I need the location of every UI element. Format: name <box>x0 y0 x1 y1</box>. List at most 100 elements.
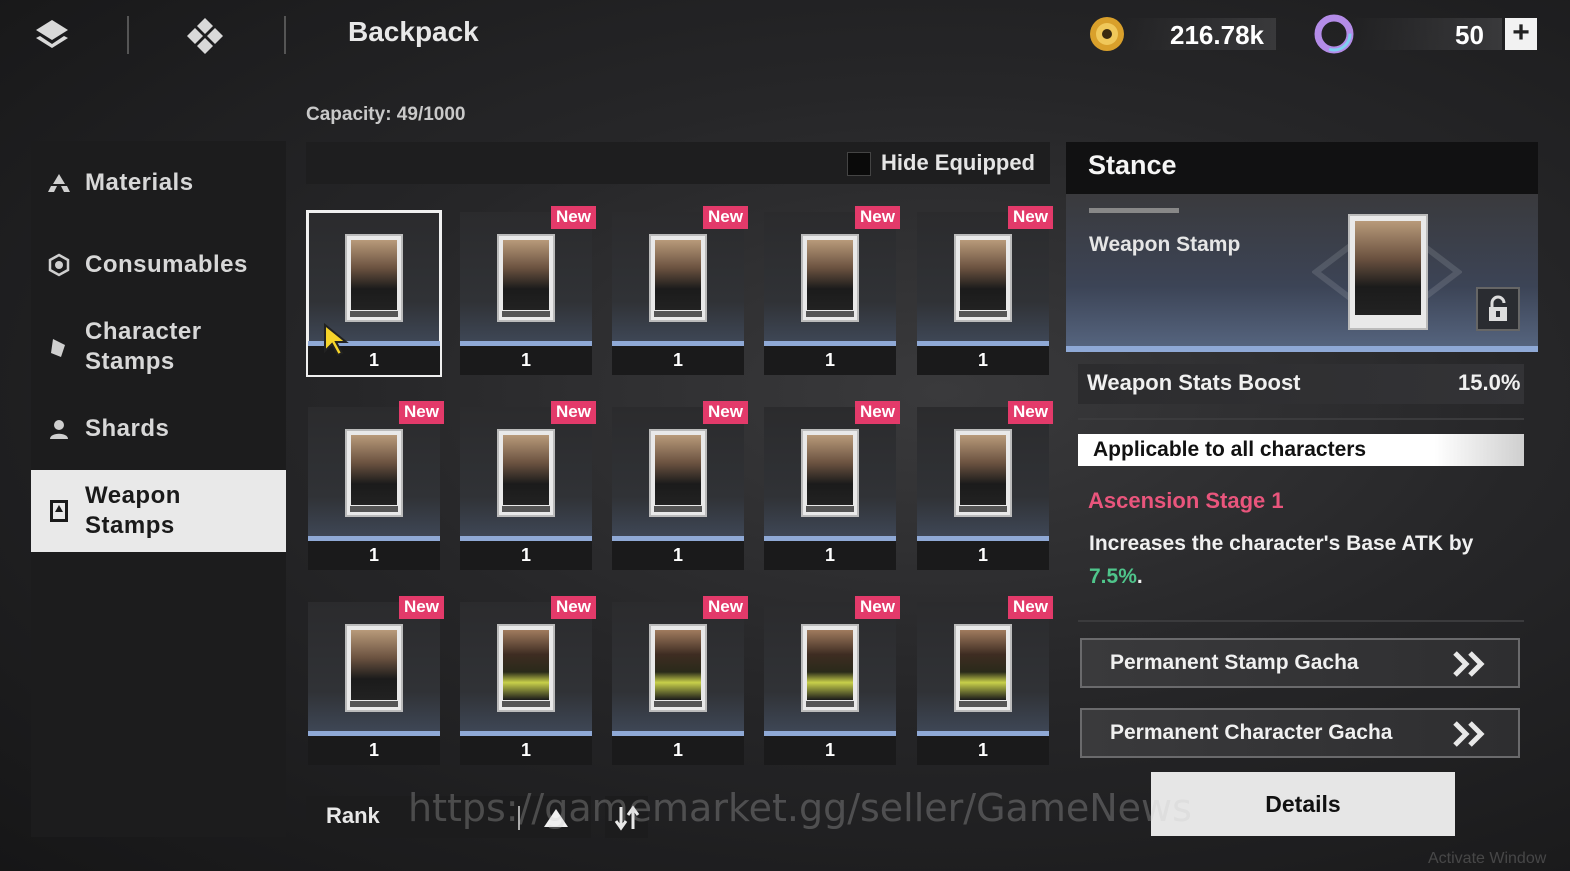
new-badge: New <box>399 596 444 619</box>
sidebar-item-label: Consumables <box>85 251 248 278</box>
stamp-card[interactable]: 1 New <box>764 401 900 570</box>
category-sidebar: Materials Consumables Character Stamps S… <box>31 141 286 837</box>
new-badge: New <box>1008 596 1053 619</box>
stamp-card[interactable]: 1 New <box>612 596 748 765</box>
stamp-quantity: 1 <box>672 350 683 370</box>
stamp-image <box>497 624 555 712</box>
stamp-card[interactable]: 1 New <box>460 401 596 570</box>
new-badge: New <box>1008 401 1053 424</box>
shards-icon <box>50 420 68 439</box>
rarity-strip <box>1066 346 1538 352</box>
layers-icon[interactable] <box>30 14 74 58</box>
stamp-image <box>649 429 707 517</box>
stamp-card[interactable]: 1 New <box>917 596 1053 765</box>
stamp-quantity: 1 <box>368 545 379 565</box>
stamp-image <box>345 234 403 322</box>
capacity-label: Capacity: 49/1000 <box>306 104 466 125</box>
stamp-card[interactable]: 1 New <box>764 206 900 375</box>
stamp-card[interactable]: 1 New <box>612 206 748 375</box>
stat-value: 15.0% <box>1458 370 1521 395</box>
details-button[interactable]: Details <box>1151 772 1455 836</box>
stamp-quantity: 1 <box>977 350 988 370</box>
stamp-card[interactable]: 1 New <box>460 206 596 375</box>
applicable-text: Applicable to all characters <box>1093 438 1367 461</box>
activate-windows-text: Activate Window <box>1428 850 1547 867</box>
new-badge: New <box>855 596 900 619</box>
new-badge: New <box>1008 206 1053 229</box>
header-divider <box>284 16 286 54</box>
stamp-image <box>954 429 1012 517</box>
materials-icon <box>48 174 70 192</box>
add-currency-button[interactable]: + <box>1505 18 1537 50</box>
sidebar-item-materials[interactable]: Materials <box>31 165 286 201</box>
stamp-quantity: 1 <box>520 350 531 370</box>
effect-text: Increases the character's Base ATK by <box>1089 532 1474 555</box>
stat-name: Weapon Stats Boost <box>1087 370 1301 395</box>
double-chevron-right-icon <box>1453 651 1485 677</box>
stamp-image <box>345 429 403 517</box>
item-type: Weapon Stamp <box>1089 233 1241 256</box>
new-badge: New <box>551 206 596 229</box>
permanent-character-gacha-button[interactable]: Permanent Character Gacha <box>1080 708 1520 758</box>
stamp-card[interactable]: 1 New <box>308 401 444 570</box>
stamp-image <box>954 624 1012 712</box>
character-stamps-icon <box>51 339 65 357</box>
stamp-image <box>801 429 859 517</box>
stamp-quantity: 1 <box>672 740 683 760</box>
sidebar-item-label: Materials <box>85 169 194 196</box>
new-badge: New <box>551 596 596 619</box>
stamp-quantity: 1 <box>824 740 835 760</box>
mouse-cursor-icon <box>324 323 349 357</box>
sidebar-item-consumables[interactable]: Consumables <box>31 247 286 283</box>
lock-icon[interactable] <box>1476 287 1520 331</box>
sort-rank-label[interactable]: Rank <box>326 803 380 829</box>
stamp-image <box>649 624 707 712</box>
stamp-card[interactable]: 1 New <box>612 401 748 570</box>
stamp-image <box>649 234 707 322</box>
new-badge: New <box>551 401 596 424</box>
sidebar-item-weapon-stamps[interactable]: Weapon Stamps <box>31 470 286 552</box>
new-badge: New <box>855 401 900 424</box>
gacha-label: Permanent Character Gacha <box>1110 721 1393 744</box>
stamp-card[interactable]: 1 New <box>917 401 1053 570</box>
sidebar-item-shards[interactable]: Shards <box>31 411 286 447</box>
double-chevron-right-icon <box>1453 721 1485 747</box>
stamp-quantity: 1 <box>520 740 531 760</box>
watermark-text: https://gamemarket.gg/seller/GameNews <box>408 786 1192 830</box>
premium-amount: 50 <box>1455 20 1484 50</box>
sidebar-item-label: Character Stamps <box>85 318 202 375</box>
stamp-image <box>801 624 859 712</box>
diamond-grid-icon[interactable] <box>183 14 227 58</box>
item-stamp-image <box>1348 214 1428 330</box>
stamp-image <box>345 624 403 712</box>
stamp-quantity: 1 <box>672 545 683 565</box>
effect-description: Increases the character's Base ATK by 7.… <box>1089 527 1519 593</box>
weapon-stamps-icon <box>50 500 68 522</box>
premium-ring-icon <box>1314 14 1354 54</box>
gold-coin-icon <box>1090 17 1124 51</box>
page-title: Backpack <box>348 16 479 47</box>
separator <box>1078 418 1524 420</box>
effect-value: 7.5% <box>1089 565 1137 588</box>
effect-period: . <box>1136 565 1143 588</box>
stamp-card[interactable]: 1 New <box>764 596 900 765</box>
gacha-label: Permanent Stamp Gacha <box>1110 651 1359 674</box>
new-badge: New <box>703 596 748 619</box>
stamp-quantity: 1 <box>520 545 531 565</box>
sidebar-item-label: Weapon Stamps <box>85 482 181 539</box>
stamp-quantity: 1 <box>824 545 835 565</box>
stamp-card[interactable]: 1 New <box>460 596 596 765</box>
stamp-quantity: 1 <box>977 545 988 565</box>
ascension-stage: Ascension Stage 1 <box>1088 488 1284 513</box>
stamp-card[interactable]: 1 New <box>917 206 1053 375</box>
hide-equipped-label[interactable]: Hide Equipped <box>881 150 1035 176</box>
separator <box>1078 620 1524 622</box>
stamp-card[interactable]: 1 New <box>308 596 444 765</box>
hide-equipped-checkbox[interactable] <box>847 152 871 176</box>
sidebar-item-character-stamps[interactable]: Character Stamps <box>31 315 286 379</box>
sidebar-item-label: Shards <box>85 415 170 442</box>
stamp-image <box>954 234 1012 322</box>
new-badge: New <box>399 401 444 424</box>
permanent-stamp-gacha-button[interactable]: Permanent Stamp Gacha <box>1080 638 1520 688</box>
item-name: Stance <box>1088 150 1177 180</box>
